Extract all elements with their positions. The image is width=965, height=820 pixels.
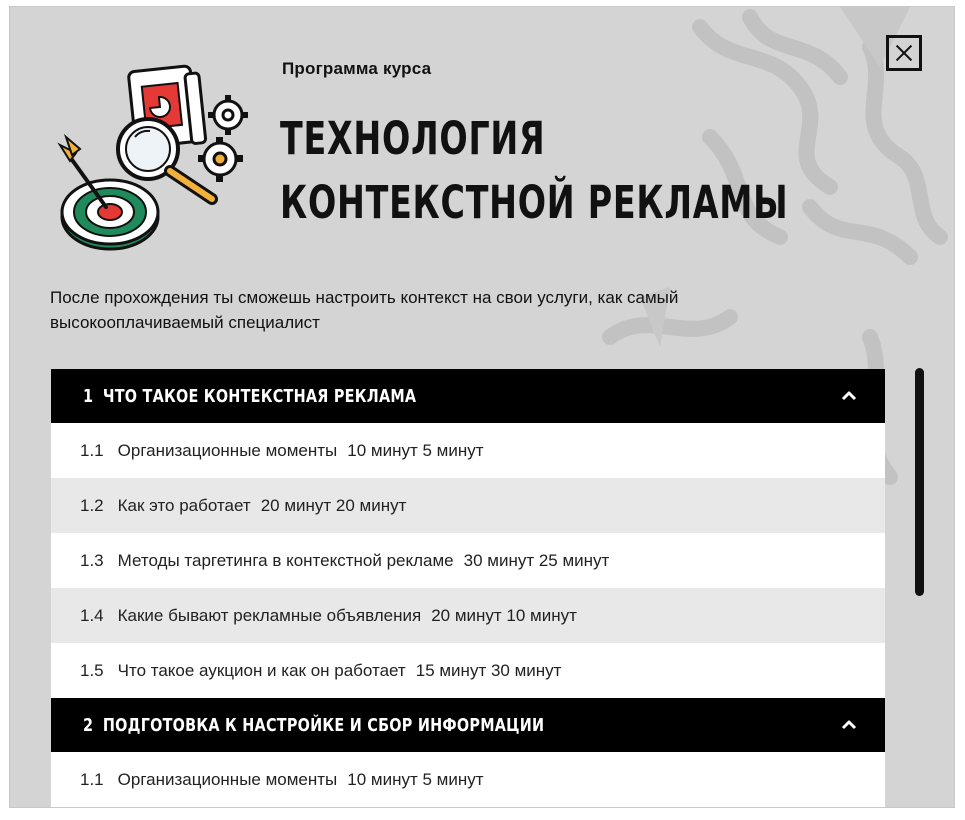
- lesson-number: 1.3: [80, 550, 104, 570]
- lesson-duration: 30 минут 25 минут: [463, 550, 610, 570]
- page-title: ТЕХНОЛОГИЯ КОНТЕКСТНОЙ РЕКЛАМЫ: [280, 107, 788, 235]
- lesson-row[interactable]: 1.1 Организационные моменты 10 минут 5 м…: [51, 752, 885, 807]
- section-header-1[interactable]: 1 ЧТО ТАКОЕ КОНТЕКСТНАЯ РЕКЛАМА: [51, 369, 885, 423]
- lesson-title: Какие бывают рекламные объявления: [117, 605, 422, 625]
- lesson-row[interactable]: 1.5 Что такое аукцион и как он работает …: [51, 643, 885, 698]
- lesson-title: Организационные моменты: [117, 769, 338, 789]
- chevron-up-icon[interactable]: [841, 388, 857, 404]
- course-description: После прохождения ты сможешь настроить к…: [50, 288, 679, 332]
- close-icon: [895, 44, 913, 62]
- chevron-up-icon[interactable]: [841, 717, 857, 733]
- course-program-modal: Программа курса ТЕХНОЛОГИЯ КОНТЕКСТНОЙ Р…: [10, 7, 954, 807]
- program-list: 1 ЧТО ТАКОЕ КОНТЕКСТНАЯ РЕКЛАМА 1.1 Орган…: [51, 369, 885, 807]
- lesson-title: Что такое аукцион и как он работает: [117, 660, 406, 680]
- lesson-duration: 20 минут 10 минут: [431, 605, 577, 625]
- lesson-row[interactable]: 1.4 Какие бывают рекламные объявления 20…: [51, 588, 885, 643]
- lesson-number: 1.2: [80, 495, 104, 515]
- section-title: ЧТО ТАКОЕ КОНТЕКСТНАЯ РЕКЛАМА: [102, 385, 417, 407]
- section-number: 1: [83, 385, 94, 407]
- lesson-number: 1.5: [80, 660, 104, 680]
- target-magnifier-gears-illustration: [57, 64, 248, 251]
- subtitle: Программа курса: [282, 59, 432, 78]
- lesson-title: Организационные моменты: [117, 440, 338, 460]
- lesson-duration: 15 минут 30 минут: [415, 660, 562, 680]
- lesson-row[interactable]: 1.1 Организационные моменты 10 минут 5 м…: [51, 423, 885, 478]
- section-header-2[interactable]: 2 ПОДГОТОВКА К НАСТРОЙКЕ И СБОР ИНФОРМАЦИ…: [51, 698, 885, 752]
- lesson-duration: 20 минут 20 минут: [260, 495, 407, 515]
- section-number: 2: [83, 714, 94, 736]
- lesson-number: 1.4: [80, 605, 104, 625]
- lesson-title: Как это работает: [117, 495, 251, 515]
- lesson-row[interactable]: 1.2 Как это работает 20 минут 20 минут: [51, 478, 885, 533]
- lesson-title: Методы таргетинга в контекстной рекламе: [117, 550, 454, 570]
- lesson-duration: 10 минут 5 минут: [347, 440, 484, 460]
- lesson-number: 1.1: [80, 440, 104, 460]
- section-title: ПОДГОТОВКА К НАСТРОЙКЕ И СБОР ИНФОРМАЦИИ: [102, 714, 545, 736]
- scrollbar-thumb[interactable]: [915, 368, 924, 596]
- lesson-row[interactable]: 1.3 Методы таргетинга в контекстной рекл…: [51, 533, 885, 588]
- lesson-duration: 10 минут 5 минут: [347, 769, 484, 789]
- close-button[interactable]: [886, 35, 922, 71]
- title-line-1: ТЕХНОЛОГИЯ: [280, 112, 546, 165]
- title-line-2: КОНТЕКСТНОЙ РЕКЛАМЫ: [280, 176, 789, 229]
- lesson-number: 1.1: [80, 769, 104, 789]
